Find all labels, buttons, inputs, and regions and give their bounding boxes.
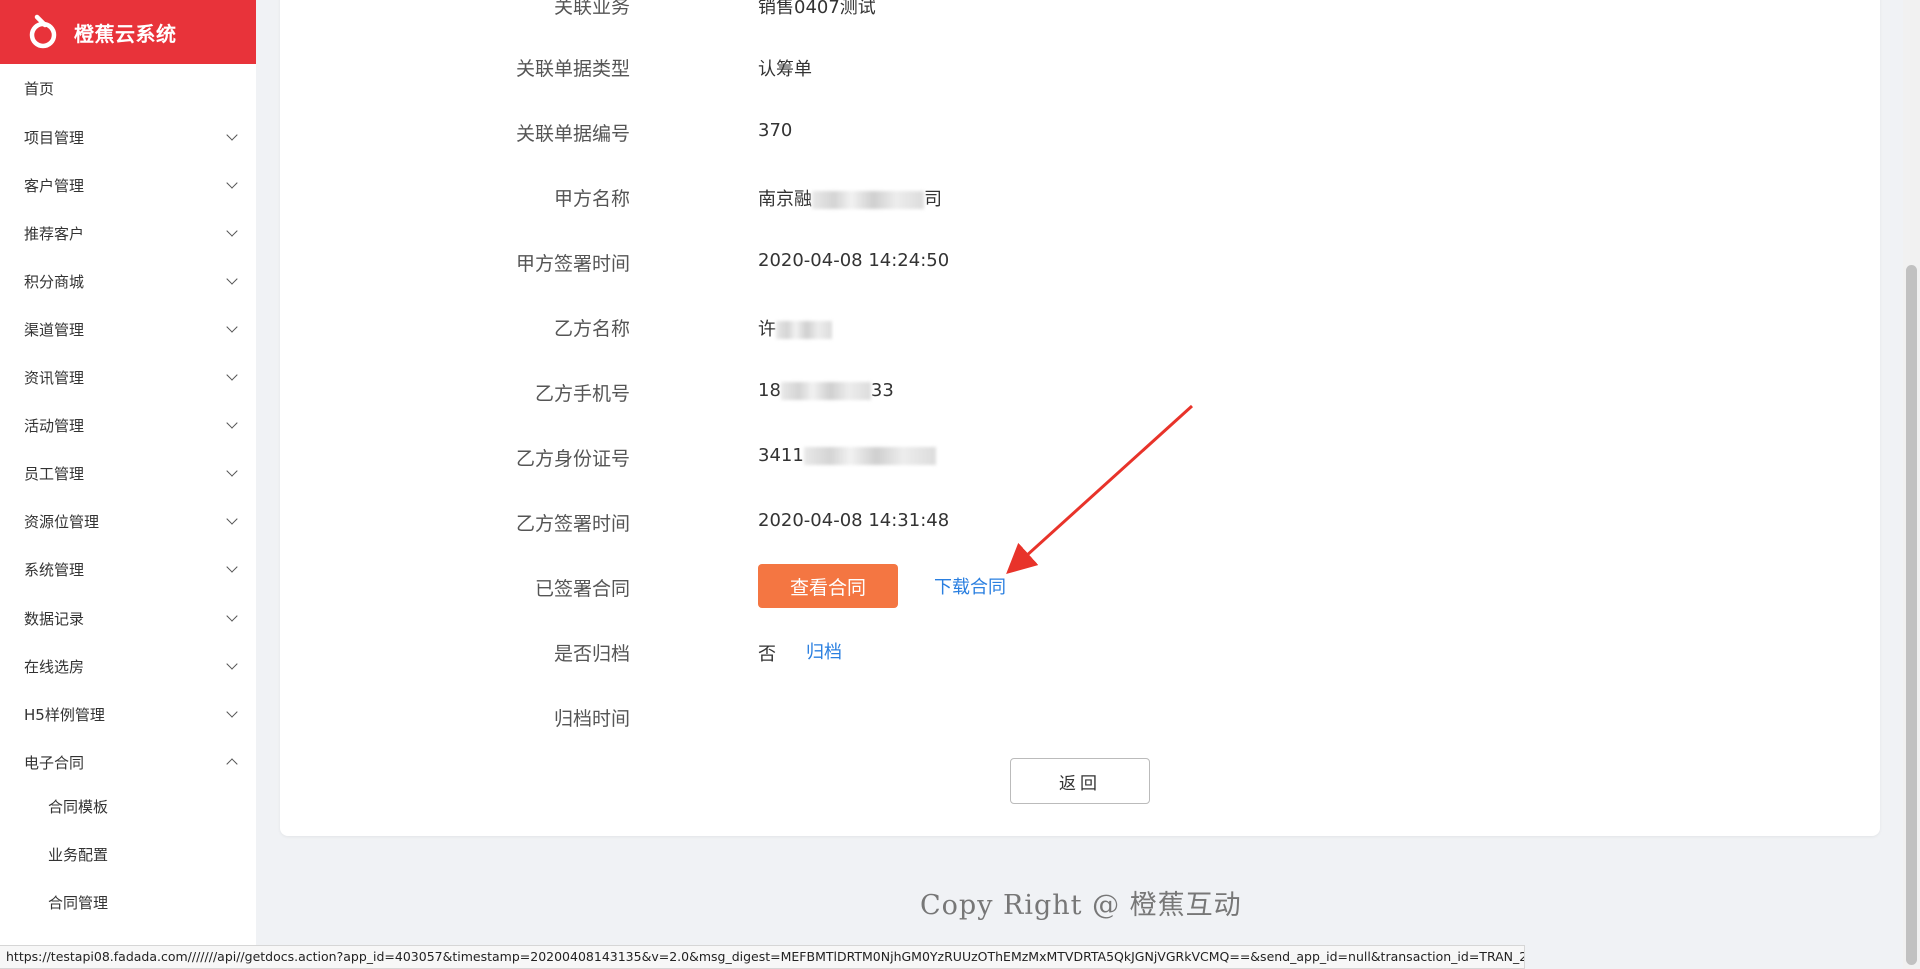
chevron-up-icon	[226, 758, 238, 770]
field-value: 2020-04-08 14:24:50	[758, 250, 950, 271]
sidebar-item-label: 积分商城	[24, 272, 85, 291]
field-value-redacted: 18 33	[758, 380, 894, 401]
sidebar-item-label: 资源位管理	[24, 512, 100, 531]
chevron-down-icon	[226, 273, 238, 285]
sidebar-item-9[interactable]: 资源位管理	[0, 501, 256, 541]
field-value-prefix: 许	[758, 319, 776, 340]
sidebar-item-12[interactable]: 在线选房	[0, 646, 256, 686]
sidebar-item-3[interactable]: 推荐客户	[0, 213, 256, 253]
field-value-prefix: 18	[758, 380, 781, 401]
field-label: 乙方名称	[553, 318, 630, 340]
field-value-prefix: 3411	[758, 445, 804, 466]
field-label: 已签署合同	[534, 578, 630, 600]
sidebar-item-label: 活动管理	[24, 416, 85, 435]
field-value-prefix: 南京融	[758, 189, 812, 210]
field-label: 关联单据类型	[515, 58, 630, 80]
field-value: 否	[758, 644, 776, 665]
chevron-down-icon	[226, 513, 238, 525]
browser-status-url: https://testapi08.fadada.com///////api//…	[0, 945, 1525, 969]
sidebar-item-label: 渠道管理	[24, 320, 85, 339]
chevron-down-icon	[226, 658, 238, 670]
sidebar-item-label: 数据记录	[24, 609, 85, 628]
sidebar-item-label: 首页	[24, 79, 55, 98]
sidebar-item-label: H5样例管理	[24, 705, 105, 724]
chevron-down-icon	[226, 369, 238, 381]
sidebar-item-label: 系统管理	[24, 560, 85, 579]
page-scrollbar[interactable]	[1903, 0, 1920, 969]
chevron-down-icon	[226, 465, 238, 477]
field-label: 甲方名称	[553, 188, 630, 210]
field-label: 甲方签署时间	[515, 253, 630, 275]
chevron-down-icon	[226, 321, 238, 333]
field-value-redacted: 许	[758, 315, 832, 341]
sidebar-subitem-label: 业务配置	[48, 845, 109, 864]
chevron-down-icon	[226, 610, 238, 622]
sidebar-item-5[interactable]: 渠道管理	[0, 309, 256, 349]
field-value: 2020-04-08 14:31:48	[758, 510, 950, 531]
field-value: 认筹单	[758, 59, 812, 80]
sidebar-item-7[interactable]: 活动管理	[0, 405, 256, 445]
brand-title: 橙蕉云系统	[74, 21, 177, 46]
sidebar-subitem-label: 合同管理	[48, 893, 109, 912]
sidebar-item-label: 项目管理	[24, 128, 85, 147]
sidebar-item-label: 员工管理	[24, 464, 85, 483]
chevron-down-icon	[226, 129, 238, 141]
chevron-down-icon	[226, 706, 238, 718]
field-value: 销售0407测试	[758, 0, 876, 18]
sidebar-item-2[interactable]: 客户管理	[0, 165, 256, 205]
sidebar-item-11[interactable]: 数据记录	[0, 598, 256, 638]
sidebar-item-label: 推荐客户	[24, 224, 85, 243]
copyright-text: Copy Right @ 橙蕉互动	[920, 890, 1242, 921]
back-button[interactable]: 返回	[1010, 758, 1150, 804]
sidebar-item-0[interactable]: 首页	[0, 68, 256, 108]
redaction-blur	[780, 382, 871, 400]
sidebar-item-label: 在线选房	[24, 657, 85, 676]
sidebar-item-13[interactable]: H5样例管理	[0, 694, 256, 734]
field-value-redacted: 3411	[758, 445, 936, 466]
chevron-down-icon	[226, 225, 238, 237]
redaction-blur	[776, 321, 832, 339]
sidebar-item-label: 资讯管理	[24, 368, 85, 387]
sidebar-item-4[interactable]: 积分商城	[0, 261, 256, 301]
download-contract-link[interactable]: 下载合同	[934, 573, 1006, 599]
sidebar-item-14[interactable]: 电子合同	[0, 742, 256, 782]
scrollbar-thumb[interactable]	[1906, 265, 1917, 965]
sidebar-subitem-label: 合同模板	[48, 797, 109, 816]
brand-header: 橙蕉云系统	[0, 0, 256, 64]
sidebar-item-10[interactable]: 系统管理	[0, 549, 256, 589]
sidebar-item-label: 电子合同	[24, 753, 85, 772]
sidebar-item-8[interactable]: 员工管理	[0, 453, 256, 493]
sidebar-subitem-1[interactable]: 业务配置	[0, 834, 256, 874]
redaction-blur	[803, 447, 936, 465]
sidebar-subitem-2[interactable]: 合同管理	[0, 882, 256, 922]
chevron-down-icon	[226, 177, 238, 189]
chevron-down-icon	[226, 417, 238, 429]
sidebar-item-label: 客户管理	[24, 176, 85, 195]
field-value: 370	[758, 120, 793, 141]
field-label: 关联单据编号	[515, 123, 630, 145]
field-label: 归档时间	[553, 708, 630, 730]
sidebar-item-6[interactable]: 资讯管理	[0, 357, 256, 397]
field-label: 关联业务	[553, 0, 630, 18]
archive-link[interactable]: 归档	[806, 638, 842, 664]
field-label: 乙方手机号	[534, 383, 630, 405]
field-value-redacted: 南京融 司	[758, 185, 942, 211]
sidebar-subitem-0[interactable]: 合同模板	[0, 786, 256, 826]
field-label: 乙方身份证号	[515, 448, 630, 470]
field-label: 乙方签署时间	[515, 513, 630, 535]
brand-logo-icon	[29, 14, 57, 49]
sidebar-item-1[interactable]: 项目管理	[0, 117, 256, 157]
view-contract-button[interactable]: 查看合同	[758, 564, 898, 608]
field-label: 是否归档	[553, 643, 630, 665]
field-value-suffix: 33	[870, 380, 894, 401]
field-value-suffix: 司	[924, 189, 942, 210]
redaction-blur	[812, 191, 924, 209]
chevron-down-icon	[226, 561, 238, 573]
sidebar: 橙蕉云系统 首页项目管理客户管理推荐客户积分商城渠道管理资讯管理活动管理员工管理…	[0, 0, 256, 969]
